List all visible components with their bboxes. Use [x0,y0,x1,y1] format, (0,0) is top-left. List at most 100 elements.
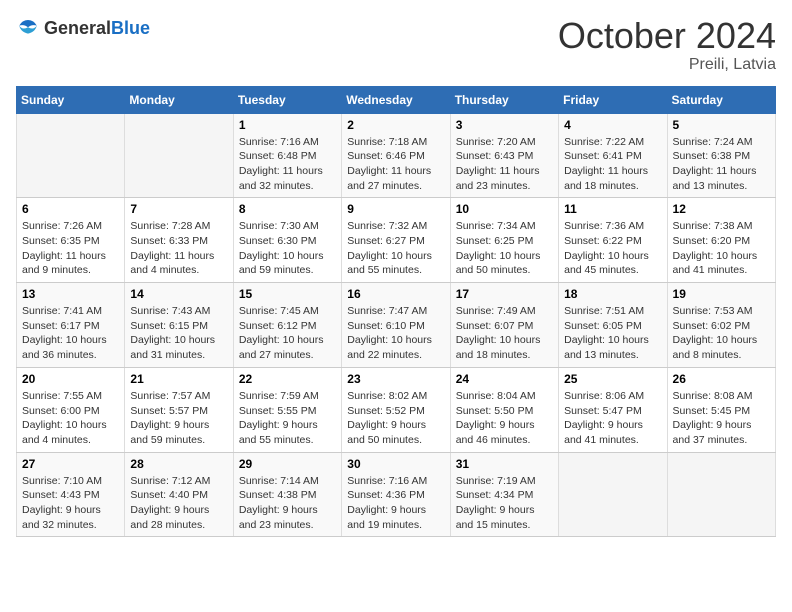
day-info: Sunrise: 7:26 AMSunset: 6:35 PMDaylight:… [22,219,119,278]
day-cell: 29 Sunrise: 7:14 AMSunset: 4:38 PMDaylig… [233,452,341,537]
week-row-1: 1 Sunrise: 7:16 AMSunset: 6:48 PMDayligh… [17,113,776,198]
day-info: Sunrise: 7:34 AMSunset: 6:25 PMDaylight:… [456,219,553,278]
day-info: Sunrise: 7:19 AMSunset: 4:34 PMDaylight:… [456,474,553,533]
location: Preili, Latvia [558,56,776,74]
day-cell [559,452,667,537]
day-cell: 7 Sunrise: 7:28 AMSunset: 6:33 PMDayligh… [125,198,233,283]
logo-blue: Blue [111,19,150,37]
day-info: Sunrise: 8:02 AMSunset: 5:52 PMDaylight:… [347,389,444,448]
logo-text: GeneralBlue [44,19,150,37]
day-info: Sunrise: 8:04 AMSunset: 5:50 PMDaylight:… [456,389,553,448]
day-number: 24 [456,372,553,386]
day-cell: 28 Sunrise: 7:12 AMSunset: 4:40 PMDaylig… [125,452,233,537]
day-number: 22 [239,372,336,386]
page-header: GeneralBlue October 2024 Preili, Latvia [16,16,776,74]
day-cell: 16 Sunrise: 7:47 AMSunset: 6:10 PMDaylig… [342,283,450,368]
day-number: 14 [130,287,227,301]
day-cell: 5 Sunrise: 7:24 AMSunset: 6:38 PMDayligh… [667,113,775,198]
day-cell: 31 Sunrise: 7:19 AMSunset: 4:34 PMDaylig… [450,452,558,537]
day-number: 29 [239,457,336,471]
title-block: October 2024 Preili, Latvia [558,16,776,74]
day-cell: 1 Sunrise: 7:16 AMSunset: 6:48 PMDayligh… [233,113,341,198]
col-header-friday: Friday [559,86,667,113]
day-cell: 3 Sunrise: 7:20 AMSunset: 6:43 PMDayligh… [450,113,558,198]
col-header-saturday: Saturday [667,86,775,113]
day-info: Sunrise: 7:45 AMSunset: 6:12 PMDaylight:… [239,304,336,363]
logo-icon [16,16,40,40]
day-info: Sunrise: 7:24 AMSunset: 6:38 PMDaylight:… [673,135,770,194]
calendar-table: SundayMondayTuesdayWednesdayThursdayFrid… [16,86,776,538]
day-info: Sunrise: 7:51 AMSunset: 6:05 PMDaylight:… [564,304,661,363]
day-info: Sunrise: 7:18 AMSunset: 6:46 PMDaylight:… [347,135,444,194]
day-cell: 10 Sunrise: 7:34 AMSunset: 6:25 PMDaylig… [450,198,558,283]
day-number: 25 [564,372,661,386]
day-info: Sunrise: 7:28 AMSunset: 6:33 PMDaylight:… [130,219,227,278]
day-info: Sunrise: 7:47 AMSunset: 6:10 PMDaylight:… [347,304,444,363]
day-number: 2 [347,118,444,132]
day-number: 18 [564,287,661,301]
day-number: 13 [22,287,119,301]
day-number: 15 [239,287,336,301]
day-number: 17 [456,287,553,301]
col-header-thursday: Thursday [450,86,558,113]
day-cell: 14 Sunrise: 7:43 AMSunset: 6:15 PMDaylig… [125,283,233,368]
day-number: 7 [130,202,227,216]
day-cell: 22 Sunrise: 7:59 AMSunset: 5:55 PMDaylig… [233,367,341,452]
logo: GeneralBlue [16,16,150,40]
day-cell: 30 Sunrise: 7:16 AMSunset: 4:36 PMDaylig… [342,452,450,537]
day-number: 20 [22,372,119,386]
day-cell [667,452,775,537]
day-cell: 17 Sunrise: 7:49 AMSunset: 6:07 PMDaylig… [450,283,558,368]
day-info: Sunrise: 7:38 AMSunset: 6:20 PMDaylight:… [673,219,770,278]
week-row-4: 20 Sunrise: 7:55 AMSunset: 6:00 PMDaylig… [17,367,776,452]
day-cell: 21 Sunrise: 7:57 AMSunset: 5:57 PMDaylig… [125,367,233,452]
day-info: Sunrise: 8:06 AMSunset: 5:47 PMDaylight:… [564,389,661,448]
month-title: October 2024 [558,16,776,56]
day-cell: 2 Sunrise: 7:18 AMSunset: 6:46 PMDayligh… [342,113,450,198]
day-number: 31 [456,457,553,471]
day-number: 8 [239,202,336,216]
day-cell: 8 Sunrise: 7:30 AMSunset: 6:30 PMDayligh… [233,198,341,283]
week-row-2: 6 Sunrise: 7:26 AMSunset: 6:35 PMDayligh… [17,198,776,283]
col-header-wednesday: Wednesday [342,86,450,113]
day-info: Sunrise: 7:32 AMSunset: 6:27 PMDaylight:… [347,219,444,278]
day-number: 4 [564,118,661,132]
day-number: 10 [456,202,553,216]
day-info: Sunrise: 7:10 AMSunset: 4:43 PMDaylight:… [22,474,119,533]
day-number: 19 [673,287,770,301]
day-number: 21 [130,372,227,386]
day-cell: 20 Sunrise: 7:55 AMSunset: 6:00 PMDaylig… [17,367,125,452]
day-cell: 18 Sunrise: 7:51 AMSunset: 6:05 PMDaylig… [559,283,667,368]
day-info: Sunrise: 7:36 AMSunset: 6:22 PMDaylight:… [564,219,661,278]
day-cell: 23 Sunrise: 8:02 AMSunset: 5:52 PMDaylig… [342,367,450,452]
day-cell: 24 Sunrise: 8:04 AMSunset: 5:50 PMDaylig… [450,367,558,452]
day-cell: 13 Sunrise: 7:41 AMSunset: 6:17 PMDaylig… [17,283,125,368]
day-number: 16 [347,287,444,301]
day-info: Sunrise: 7:57 AMSunset: 5:57 PMDaylight:… [130,389,227,448]
day-cell: 15 Sunrise: 7:45 AMSunset: 6:12 PMDaylig… [233,283,341,368]
day-info: Sunrise: 7:20 AMSunset: 6:43 PMDaylight:… [456,135,553,194]
day-info: Sunrise: 7:16 AMSunset: 6:48 PMDaylight:… [239,135,336,194]
day-number: 11 [564,202,661,216]
logo-general: General [44,19,111,37]
week-row-3: 13 Sunrise: 7:41 AMSunset: 6:17 PMDaylig… [17,283,776,368]
day-number: 27 [22,457,119,471]
day-info: Sunrise: 8:08 AMSunset: 5:45 PMDaylight:… [673,389,770,448]
day-number: 1 [239,118,336,132]
header-row: SundayMondayTuesdayWednesdayThursdayFrid… [17,86,776,113]
day-cell: 19 Sunrise: 7:53 AMSunset: 6:02 PMDaylig… [667,283,775,368]
day-cell: 27 Sunrise: 7:10 AMSunset: 4:43 PMDaylig… [17,452,125,537]
week-row-5: 27 Sunrise: 7:10 AMSunset: 4:43 PMDaylig… [17,452,776,537]
col-header-tuesday: Tuesday [233,86,341,113]
day-number: 26 [673,372,770,386]
day-cell: 25 Sunrise: 8:06 AMSunset: 5:47 PMDaylig… [559,367,667,452]
day-info: Sunrise: 7:22 AMSunset: 6:41 PMDaylight:… [564,135,661,194]
day-number: 9 [347,202,444,216]
day-cell: 11 Sunrise: 7:36 AMSunset: 6:22 PMDaylig… [559,198,667,283]
col-header-monday: Monday [125,86,233,113]
day-info: Sunrise: 7:30 AMSunset: 6:30 PMDaylight:… [239,219,336,278]
day-cell: 12 Sunrise: 7:38 AMSunset: 6:20 PMDaylig… [667,198,775,283]
day-cell [125,113,233,198]
day-cell: 4 Sunrise: 7:22 AMSunset: 6:41 PMDayligh… [559,113,667,198]
day-info: Sunrise: 7:14 AMSunset: 4:38 PMDaylight:… [239,474,336,533]
